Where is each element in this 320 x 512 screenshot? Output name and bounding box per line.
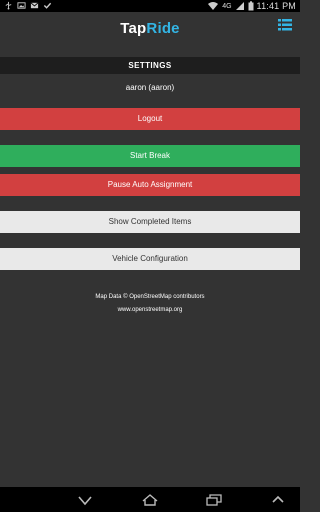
show-completed-items-button[interactable]: Show Completed Items xyxy=(0,211,300,233)
app-header: TapRide xyxy=(0,12,300,45)
wifi-icon xyxy=(208,2,219,10)
home-icon[interactable] xyxy=(142,494,158,506)
brand-ride-text: Ride xyxy=(146,20,180,37)
map-data-credit: Map Data © OpenStreetMap contributors xyxy=(95,294,205,300)
settings-header: SETTINGS xyxy=(0,57,300,74)
navigation-bar xyxy=(0,487,300,512)
logout-button[interactable]: Logout xyxy=(0,108,300,130)
vehicle-configuration-button[interactable]: Vehicle Configuration xyxy=(0,248,300,270)
list-menu-icon[interactable] xyxy=(278,18,292,32)
recent-apps-icon[interactable] xyxy=(206,494,222,506)
pause-auto-assignment-button[interactable]: Pause Auto Assignment xyxy=(0,174,300,196)
image-icon xyxy=(17,2,26,9)
openstreetmap-link[interactable]: www.openstreetmap.org xyxy=(0,307,300,313)
start-break-button[interactable]: Start Break xyxy=(0,145,300,167)
user-label: aaron (aaron) xyxy=(125,83,175,92)
up-arrow-icon[interactable] xyxy=(270,494,286,506)
check-icon xyxy=(43,2,52,9)
battery-icon xyxy=(248,1,254,11)
clock-time: 11:41 PM xyxy=(256,1,296,11)
app-logo: TapRide xyxy=(0,20,300,37)
hide-keyboard-icon[interactable] xyxy=(77,494,93,506)
usb-icon xyxy=(5,1,12,10)
signal-icon xyxy=(235,2,244,10)
brand-tap-text: Tap xyxy=(120,20,147,37)
network-label: 4G xyxy=(222,2,232,10)
status-bar: 4G 11:41 PM xyxy=(0,0,300,12)
gmail-icon xyxy=(30,2,39,9)
